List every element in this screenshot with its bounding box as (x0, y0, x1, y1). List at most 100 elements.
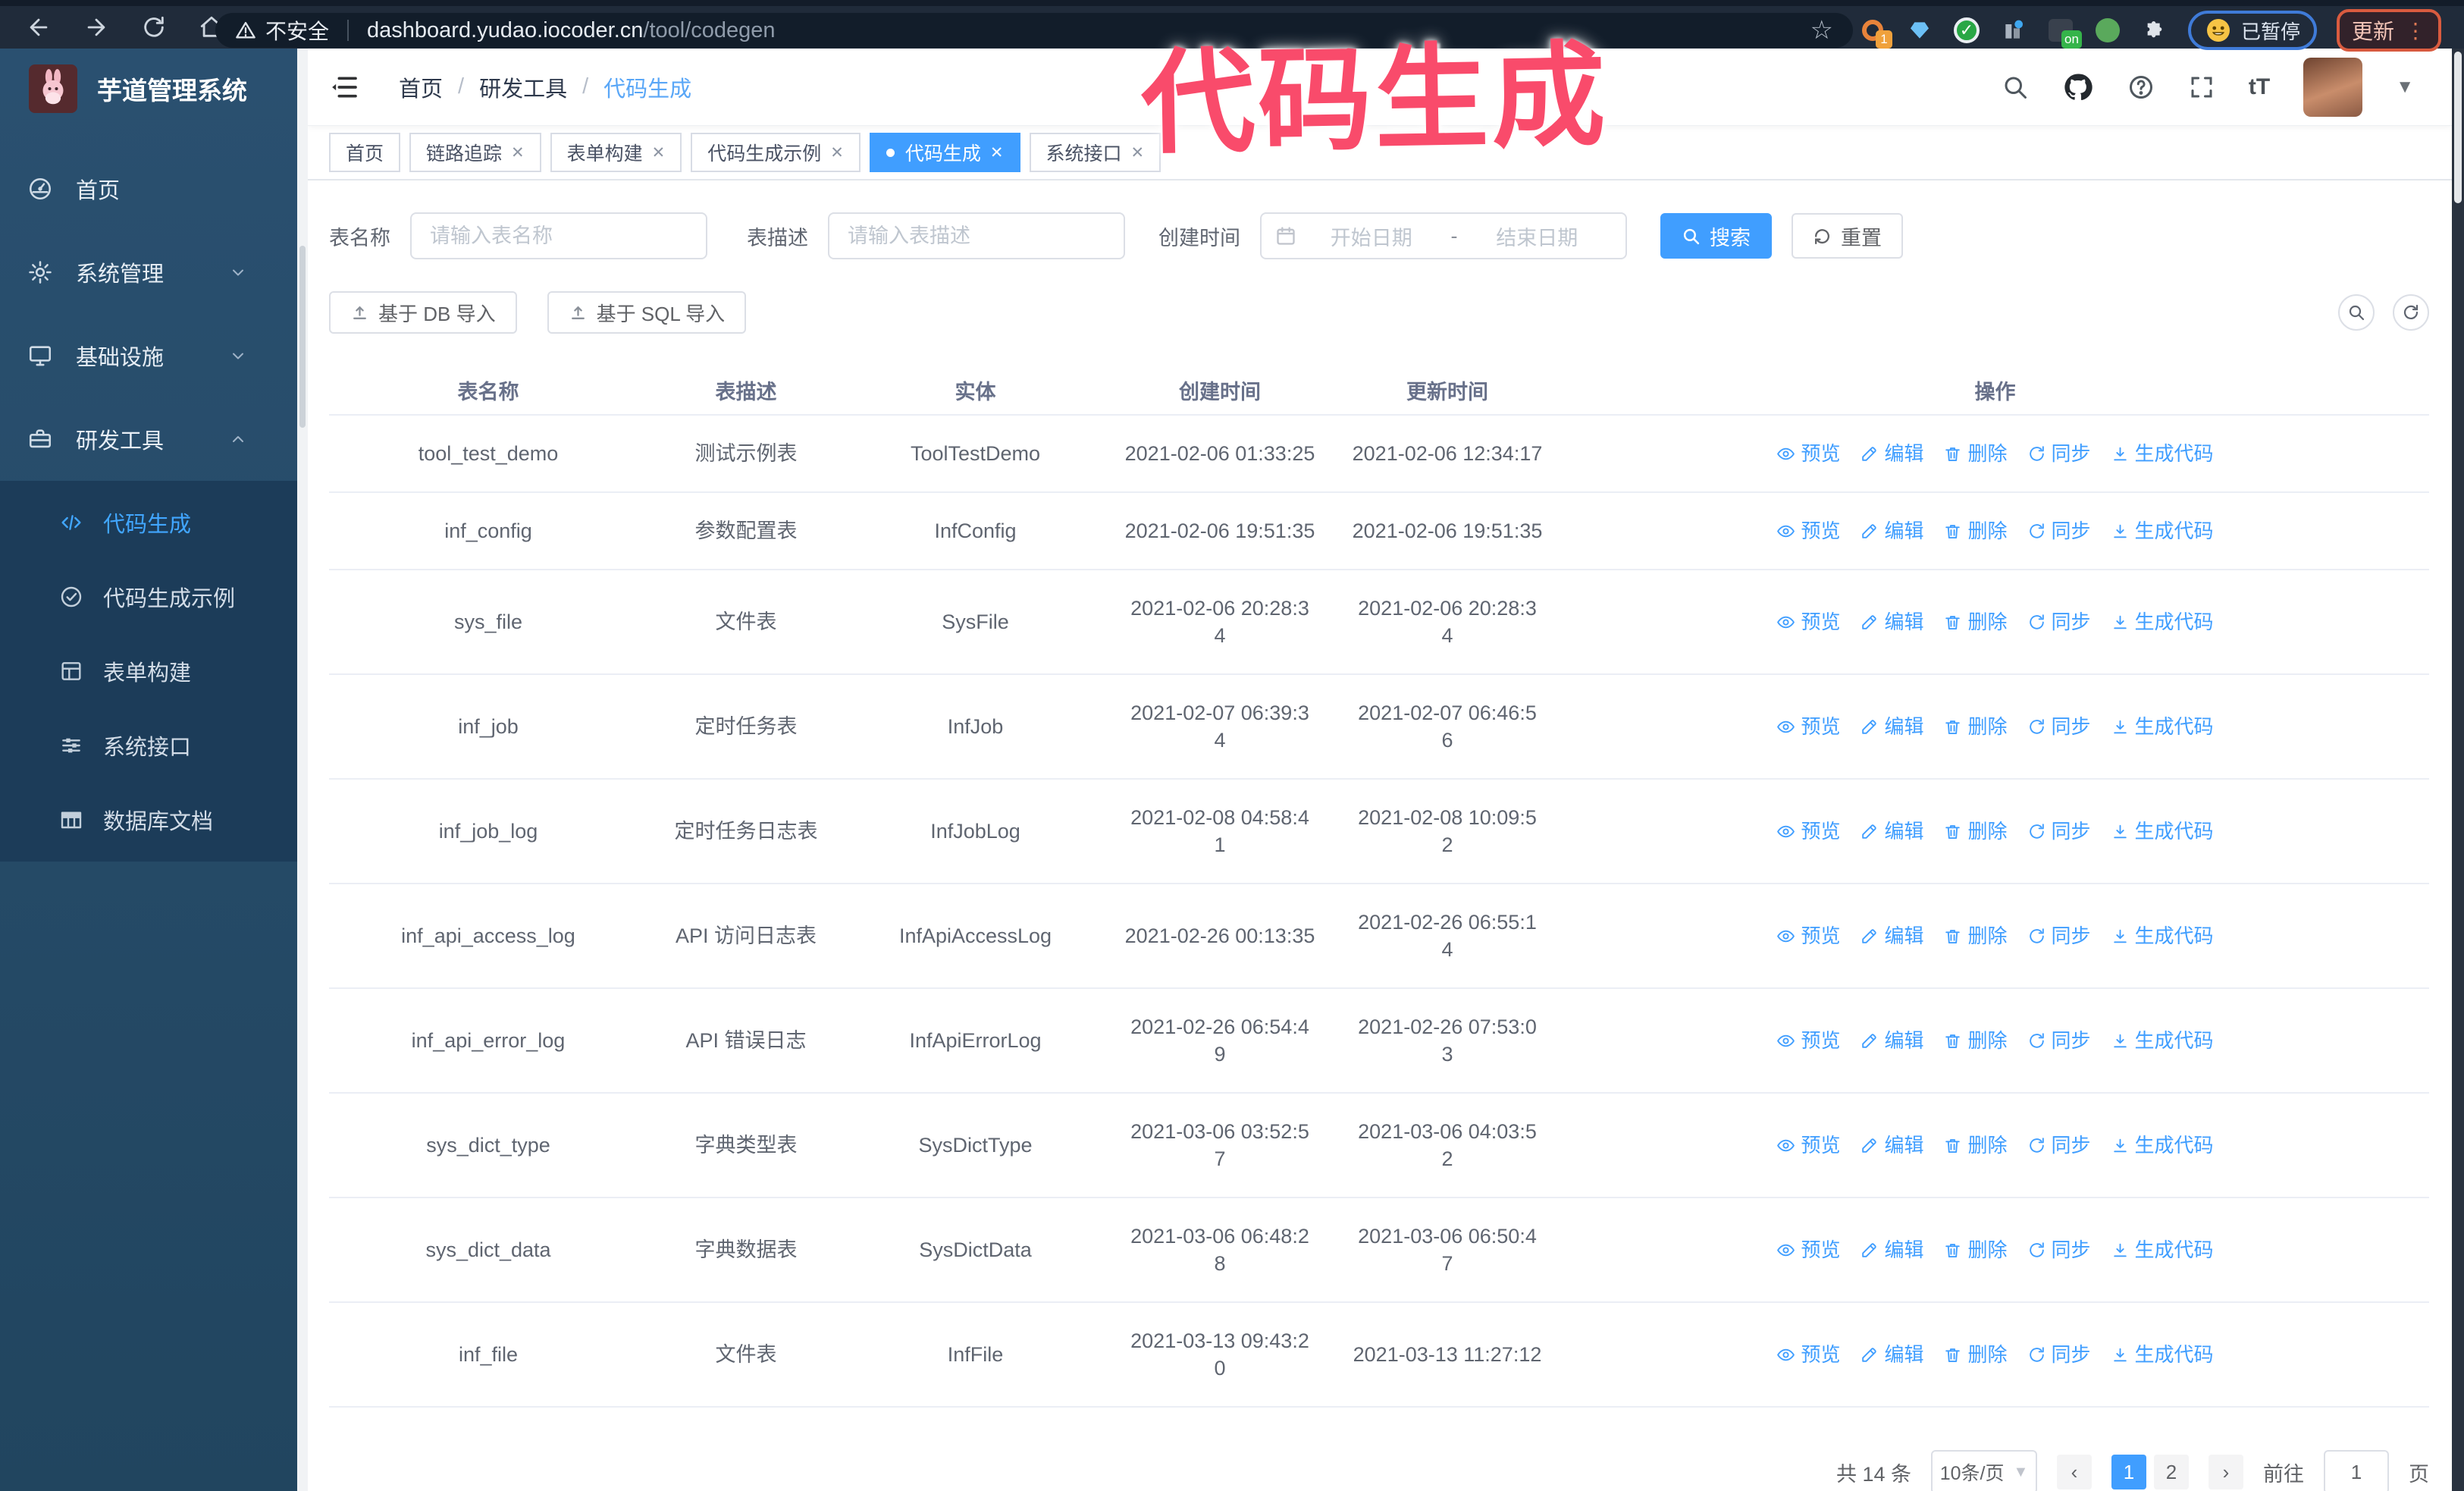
goto-page-input[interactable] (2324, 1450, 2389, 1491)
preview-link[interactable]: 预览 (1776, 440, 1840, 467)
generate-code-link[interactable]: 生成代码 (2111, 517, 2214, 545)
delete-link[interactable]: 删除 (1943, 517, 2008, 545)
sync-link[interactable]: 同步 (2027, 440, 2091, 467)
extension-icon-orange[interactable]: 1 (1859, 17, 1892, 49)
delete-link[interactable]: 删除 (1943, 440, 2008, 467)
edit-link[interactable]: 编辑 (1860, 440, 1923, 467)
sidebar-subitem-example[interactable]: 代码生成示例 (0, 560, 297, 634)
forward-icon[interactable] (83, 14, 109, 40)
preview-link[interactable]: 预览 (1776, 1027, 1840, 1054)
page-button-1[interactable]: 1 (2111, 1455, 2146, 1489)
edit-link[interactable]: 编辑 (1860, 1132, 1923, 1159)
sync-link[interactable]: 同步 (2027, 1236, 2091, 1263)
address-bar[interactable]: 不安全 dashboard.yudao.iocoder.cn/tool/code… (215, 13, 1853, 48)
extension-icon-gem[interactable] (1906, 17, 1933, 44)
sidebar-item-gear[interactable]: 系统管理 (0, 231, 297, 314)
search-button[interactable]: 搜索 (1660, 213, 1772, 259)
generate-code-link[interactable]: 生成代码 (2111, 1236, 2214, 1263)
browser-update-button[interactable]: 更新 ⋮ (2336, 9, 2441, 52)
sync-link[interactable]: 同步 (2027, 1132, 2091, 1159)
sidebar-item-toolbox[interactable]: 研发工具 (0, 397, 297, 481)
edit-link[interactable]: 编辑 (1860, 1027, 1923, 1054)
import-sql-button[interactable]: 基于 SQL 导入 (547, 291, 747, 334)
edit-link[interactable]: 编辑 (1860, 517, 1923, 545)
github-icon[interactable] (2062, 71, 2094, 103)
preview-link[interactable]: 预览 (1776, 608, 1840, 636)
preview-link[interactable]: 预览 (1776, 1132, 1840, 1159)
show-search-button[interactable] (2338, 294, 2375, 331)
sync-link[interactable]: 同步 (2027, 517, 2091, 545)
edit-link[interactable]: 编辑 (1860, 818, 1923, 845)
delete-link[interactable]: 删除 (1943, 818, 2008, 845)
refresh-button[interactable] (2393, 294, 2429, 331)
collapse-sidebar-icon[interactable] (329, 72, 359, 102)
delete-link[interactable]: 删除 (1943, 1132, 2008, 1159)
generate-code-link[interactable]: 生成代码 (2111, 713, 2214, 740)
app-logo-bar[interactable]: 芋道管理系统 (0, 49, 297, 129)
close-icon[interactable]: ✕ (990, 143, 1004, 162)
next-page-button[interactable]: › (2209, 1455, 2243, 1489)
generate-code-link[interactable]: 生成代码 (2111, 1027, 2214, 1054)
extension-icon-green[interactable] (2094, 17, 2121, 44)
sidebar-item-monitor[interactable]: 基础设施 (0, 314, 297, 397)
date-range-picker[interactable]: 开始日期 - 结束日期 (1260, 212, 1627, 259)
tab-代码生成示例[interactable]: 代码生成示例 ✕ (691, 133, 861, 172)
sync-link[interactable]: 同步 (2027, 818, 2091, 845)
sidebar-subitem-form[interactable]: 表单构建 (0, 634, 297, 708)
back-icon[interactable] (26, 14, 52, 40)
sync-link[interactable]: 同步 (2027, 922, 2091, 950)
sidebar-subitem-database[interactable]: 数据库文档 (0, 783, 297, 857)
reload-icon[interactable] (141, 14, 167, 40)
search-icon[interactable] (2002, 74, 2029, 101)
chevron-down-icon[interactable]: ▼ (2396, 77, 2414, 98)
sync-link[interactable]: 同步 (2027, 608, 2091, 636)
edit-link[interactable]: 编辑 (1860, 1236, 1923, 1263)
avatar[interactable] (2303, 57, 2363, 117)
preview-link[interactable]: 预览 (1776, 517, 1840, 545)
tab-表单构建[interactable]: 表单构建 ✕ (550, 133, 682, 172)
sync-link[interactable]: 同步 (2027, 1027, 2091, 1054)
edit-link[interactable]: 编辑 (1860, 922, 1923, 950)
breadcrumb-item[interactable]: 首页 (399, 71, 443, 103)
preview-link[interactable]: 预览 (1776, 922, 1840, 950)
tab-系统接口[interactable]: 系统接口 ✕ (1029, 133, 1161, 172)
font-size-icon[interactable]: tT (2249, 74, 2270, 100)
table-name-input[interactable] (410, 212, 707, 259)
generate-code-link[interactable]: 生成代码 (2111, 440, 2214, 467)
close-icon[interactable]: ✕ (511, 143, 525, 162)
close-icon[interactable]: ✕ (1131, 143, 1145, 162)
preview-link[interactable]: 预览 (1776, 818, 1840, 845)
generate-code-link[interactable]: 生成代码 (2111, 818, 2214, 845)
delete-link[interactable]: 删除 (1943, 1027, 2008, 1054)
help-icon[interactable] (2127, 74, 2155, 101)
import-db-button[interactable]: 基于 DB 导入 (329, 291, 517, 334)
breadcrumb-item[interactable]: 研发工具 (479, 71, 567, 103)
page-size-select[interactable]: 10条/页 ▼ (1931, 1450, 2037, 1491)
generate-code-link[interactable]: 生成代码 (2111, 1341, 2214, 1368)
extension-icon-check[interactable]: ✓ (1953, 17, 1980, 44)
sidebar-subitem-code[interactable]: 代码生成 (0, 485, 297, 560)
delete-link[interactable]: 删除 (1943, 1236, 2008, 1263)
security-label[interactable]: 不安全 (265, 15, 329, 46)
extension-icon-columns[interactable] (2000, 17, 2027, 44)
extension-icon-puzzle[interactable] (2141, 17, 2168, 44)
close-icon[interactable]: ✕ (830, 143, 844, 162)
sync-link[interactable]: 同步 (2027, 1341, 2091, 1368)
delete-link[interactable]: 删除 (1943, 922, 2008, 950)
window-scrollbar[interactable] (2452, 49, 2464, 1491)
browser-menu-icon[interactable]: ⋮ (2405, 18, 2426, 43)
sidebar-subitem-api[interactable]: 系统接口 (0, 708, 297, 783)
sidebar-scrollbar[interactable] (297, 49, 308, 1491)
generate-code-link[interactable]: 生成代码 (2111, 922, 2214, 950)
edit-link[interactable]: 编辑 (1860, 1341, 1923, 1368)
bookmark-star-icon[interactable]: ☆ (1810, 15, 1833, 46)
sidebar-item-dashboard[interactable]: 首页 (0, 147, 297, 231)
profile-paused-pill[interactable]: 已暂停 (2187, 11, 2317, 50)
generate-code-link[interactable]: 生成代码 (2111, 1132, 2214, 1159)
prev-page-button[interactable]: ‹ (2057, 1455, 2092, 1489)
close-icon[interactable]: ✕ (652, 143, 666, 162)
scrollbar-thumb[interactable] (2454, 52, 2462, 203)
sync-link[interactable]: 同步 (2027, 713, 2091, 740)
edit-link[interactable]: 编辑 (1860, 608, 1923, 636)
tab-首页[interactable]: 首页 (329, 133, 401, 172)
